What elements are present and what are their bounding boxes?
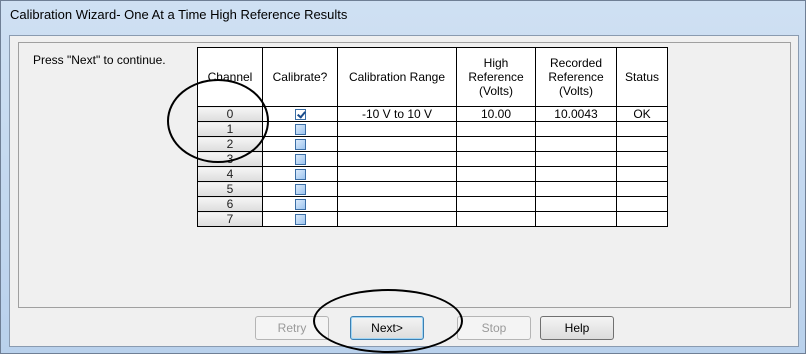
calibrate-cell[interactable] [262,136,338,152]
status-cell [616,211,668,227]
table-row: 6 [197,196,668,212]
column-header-high-reference: High Reference (Volts) [456,47,536,107]
calibrate-checkbox[interactable] [294,124,306,136]
status-cell: OK [616,106,668,122]
calibrate-checkbox[interactable] [294,184,306,196]
calibrate-checkbox[interactable] [294,109,306,121]
status-cell [616,181,668,197]
calibrate-checkbox[interactable] [294,154,306,166]
calibrate-checkbox[interactable] [294,199,306,211]
calibrate-cell[interactable] [262,166,338,182]
table-row: 7 [197,211,668,227]
status-cell [616,196,668,212]
calibrate-cell[interactable] [262,196,338,212]
table-row: 2 [197,136,668,152]
high-reference-cell [456,136,536,152]
calibration-range-cell: -10 V to 10 V [337,106,457,122]
calibration-range-cell [337,211,457,227]
recorded-reference-cell [535,211,617,227]
results-panel: Press "Next" to continue. Channel Calibr… [18,42,791,308]
high-reference-cell [456,166,536,182]
results-table: Channel Calibrate? Calibration Range Hig… [197,47,668,227]
status-cell [616,166,668,182]
column-header-channel: Channel [197,47,263,107]
calibration-range-cell [337,181,457,197]
table-row: 5 [197,181,668,197]
channel-cell[interactable]: 1 [197,121,263,137]
recorded-reference-cell: 10.0043 [535,106,617,122]
channel-cell[interactable]: 7 [197,211,263,227]
calibration-range-cell [337,136,457,152]
high-reference-cell [456,196,536,212]
calibrate-cell[interactable] [262,151,338,167]
calibrate-checkbox[interactable] [294,139,306,151]
high-reference-cell [456,151,536,167]
retry-button[interactable]: Retry [255,316,329,340]
channel-cell[interactable]: 0 [197,106,263,122]
status-cell [616,121,668,137]
calibration-range-cell [337,121,457,137]
instruction-text: Press "Next" to continue. [33,53,166,67]
recorded-reference-cell [535,166,617,182]
results-table-body: 0 -10 V to 10 V 10.00 10.0043 OK 1 2 3 4 5 6 7 [197,106,668,227]
recorded-reference-cell [535,196,617,212]
high-reference-cell [456,211,536,227]
high-reference-cell [456,121,536,137]
column-header-calibration-range: Calibration Range [337,47,457,107]
calibrate-cell[interactable] [262,211,338,227]
channel-cell[interactable]: 6 [197,196,263,212]
table-row: 4 [197,166,668,182]
calibration-range-cell [337,196,457,212]
column-header-status: Status [616,47,668,107]
channel-cell[interactable]: 3 [197,151,263,167]
table-header-row: Channel Calibrate? Calibration Range Hig… [197,47,668,107]
channel-cell[interactable]: 5 [197,181,263,197]
channel-cell[interactable]: 4 [197,166,263,182]
calibration-wizard-window: Calibration Wizard- One At a Time High R… [0,0,806,354]
channel-cell[interactable]: 2 [197,136,263,152]
status-cell [616,151,668,167]
recorded-reference-cell [535,136,617,152]
help-button[interactable]: Help [540,316,614,340]
calibrate-cell[interactable] [262,181,338,197]
recorded-reference-cell [535,121,617,137]
high-reference-cell [456,181,536,197]
table-row: 1 [197,121,668,137]
window-title: Calibration Wizard- One At a Time High R… [10,7,348,22]
calibrate-cell[interactable] [262,121,338,137]
calibrate-checkbox[interactable] [294,169,306,181]
calibrate-checkbox[interactable] [294,214,306,226]
column-header-calibrate: Calibrate? [262,47,338,107]
stop-button[interactable]: Stop [457,316,531,340]
table-row: 0 -10 V to 10 V 10.00 10.0043 OK [197,106,668,122]
status-cell [616,136,668,152]
calibration-range-cell [337,166,457,182]
column-header-recorded-reference: Recorded Reference (Volts) [535,47,617,107]
recorded-reference-cell [535,181,617,197]
calibration-range-cell [337,151,457,167]
table-row: 3 [197,151,668,167]
high-reference-cell: 10.00 [456,106,536,122]
dialog-client-area: Press "Next" to continue. Channel Calibr… [9,35,799,347]
next-button[interactable]: Next> [350,316,424,340]
calibrate-cell[interactable] [262,106,338,122]
recorded-reference-cell [535,151,617,167]
